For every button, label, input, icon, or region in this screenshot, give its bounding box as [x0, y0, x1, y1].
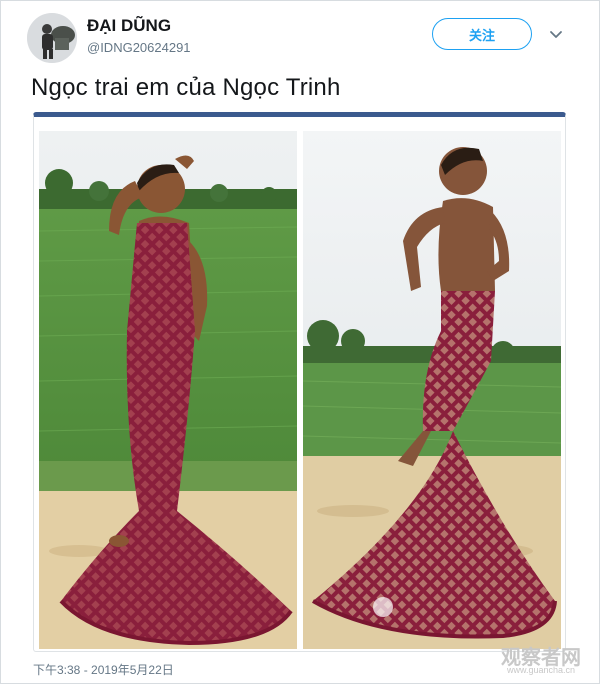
avatar[interactable] [27, 13, 77, 63]
display-name[interactable]: ĐẠI DŨNG [87, 16, 171, 36]
follow-button[interactable]: 关注 [432, 18, 532, 50]
user-handle[interactable]: @IDNG20624291 [87, 40, 191, 55]
photo-right[interactable] [303, 131, 561, 649]
media-container[interactable] [33, 112, 566, 652]
watermark-url: www.guancha.cn [507, 665, 576, 675]
tweet-timestamp[interactable]: 下午3:38 - 2019年5月22日 [33, 661, 174, 678]
tweet-card: ĐẠI DŨNG @IDNG20624291 关注 Ngọc trai em c… [0, 0, 600, 684]
chevron-down-icon[interactable] [549, 27, 563, 41]
tweet-text: Ngọc trai em của Ngọc Trinh [31, 74, 341, 101]
tweet-header: ĐẠI DŨNG @IDNG20624291 关注 [27, 13, 575, 65]
photo-left[interactable] [39, 131, 297, 649]
